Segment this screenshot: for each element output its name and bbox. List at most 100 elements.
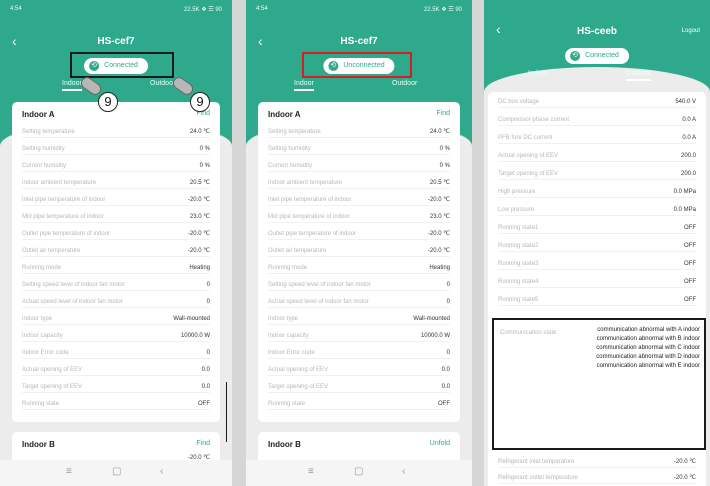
- connection-status-button[interactable]: ⟲ Connected: [84, 58, 148, 74]
- device-title: HS-cef7: [97, 36, 135, 47]
- row-label: Outlet pipe temperature of indoor: [22, 231, 111, 237]
- row-label: Low pressure: [498, 207, 535, 213]
- row-value: Wall-mounted: [413, 316, 450, 322]
- table-row: Running mode Heating: [22, 262, 210, 274]
- table-row: Target opening of EEV 0.0: [268, 381, 450, 393]
- row-value: 10000.0 W: [180, 333, 210, 339]
- row-label: Setting temperature: [22, 129, 75, 135]
- row-value: 0: [206, 282, 210, 288]
- row-value: 0 %: [199, 163, 210, 169]
- row-label: Running state: [268, 401, 306, 407]
- nav-back-icon[interactable]: ‹: [402, 466, 405, 477]
- row-value: Heating: [429, 265, 450, 271]
- row-label: Compressor phase current: [498, 117, 570, 123]
- connection-label: Connected: [104, 62, 138, 69]
- table-row: Indoor Error code 0: [22, 347, 210, 359]
- row-value: 23.0 ℃: [189, 214, 210, 220]
- row-label: Setting temperature: [268, 129, 321, 135]
- row-value: 0.0: [441, 367, 450, 373]
- card-title: Indoor A: [22, 110, 55, 119]
- table-row: Setting humidity 0 %: [268, 143, 450, 155]
- tab-bar: Indoor Outdoor: [484, 70, 710, 84]
- connection-status-button[interactable]: ⟲ Connected: [565, 48, 629, 64]
- row-value: 0.0: [201, 384, 210, 390]
- error-line: communication abnormal with B indoor: [596, 336, 700, 342]
- home-icon[interactable]: ▢: [112, 466, 121, 477]
- row-value: 200.0: [680, 153, 696, 159]
- row-label: Actual speed level of indoor fan motor: [22, 299, 123, 305]
- status-bar: 4:54 22.5K ❖ ☰ 90: [256, 6, 462, 16]
- table-row: Indoor capacity 10000.0 W: [268, 330, 450, 342]
- nav-back-icon[interactable]: ‹: [160, 466, 163, 477]
- table-row: Inlet pipe temperature of indoor -20.0 ℃: [268, 194, 450, 206]
- phone-screen-unconnected: 4:54 22.5K ❖ ☰ 90 ‹ HS-cef7 ⟲ Unconnecte…: [246, 0, 472, 486]
- menu-icon[interactable]: ≡: [66, 466, 72, 477]
- row-value: -20.0 ℃: [673, 459, 696, 465]
- row-label: Running state3: [498, 261, 539, 267]
- row-value: -20.0 ℃: [427, 231, 450, 237]
- row-value: OFF: [198, 401, 210, 407]
- row-label: Mid pipe temperature of indoor: [22, 214, 104, 220]
- error-line: communication abnormal with A indoor: [597, 327, 700, 333]
- table-row: Target opening of EEV 200.0: [498, 168, 696, 180]
- row-value: Wall-mounted: [173, 316, 210, 322]
- row-label: Current humidity: [268, 163, 313, 169]
- row-value: OFF: [438, 401, 450, 407]
- card-title: Indoor B: [268, 440, 301, 449]
- row-value: 200.0: [680, 171, 696, 177]
- row-label: Refrigerant inlet temperature: [498, 459, 575, 465]
- row-value: 0: [446, 299, 450, 305]
- table-row: Outlet air temperature -20.0 ℃: [268, 245, 450, 257]
- find-button[interactable]: Find: [196, 440, 210, 447]
- error-line: communication abnormal with E indoor: [596, 363, 700, 369]
- connection-icon: ⟲: [570, 51, 581, 61]
- table-row: Actual opening of EEV 200.0: [498, 150, 696, 162]
- row-value: -20.0 ℃: [187, 248, 210, 254]
- find-button[interactable]: Find: [436, 110, 450, 117]
- device-title: HS-ceeb: [576, 26, 617, 37]
- home-icon[interactable]: ▢: [354, 466, 363, 477]
- communication-error-highlight: Communication state communication abnorm…: [492, 318, 706, 450]
- row-label: Running state5: [498, 297, 539, 303]
- row-label: Actual opening of EEV: [498, 153, 559, 159]
- row-label: Running state2: [498, 243, 539, 249]
- row-label: DC bus voltage: [498, 99, 540, 105]
- tab-indoor[interactable]: Indoor: [528, 70, 548, 77]
- unfold-button[interactable]: Unfold: [430, 440, 450, 447]
- row-label: Running state1: [498, 225, 539, 231]
- menu-icon[interactable]: ≡: [308, 466, 314, 477]
- hand-pointer-icon: 9: [78, 74, 120, 116]
- table-row: Setting humidity 0 %: [22, 143, 210, 155]
- table-row: Current humidity 0 %: [22, 160, 210, 172]
- table-row: Outlet air temperature -20.0 ℃: [22, 245, 210, 257]
- table-row: PFB fore DC current 0.0 A: [498, 132, 696, 144]
- row-value: 0.0: [441, 384, 450, 390]
- card-title: Indoor A: [268, 110, 301, 119]
- connection-icon: ⟲: [89, 61, 100, 71]
- row-label: Running mode: [22, 265, 62, 271]
- table-row: Setting speed level of indoor fan motor 0: [22, 279, 210, 291]
- row-label: Actual speed level of indoor fan motor: [268, 299, 369, 305]
- table-row: Indoor capacity 10000.0 W: [22, 330, 210, 342]
- row-label: PFB fore DC current: [498, 135, 553, 141]
- row-value: -20.0 ℃: [673, 475, 696, 481]
- tab-outdoor[interactable]: Outdoor: [626, 70, 652, 81]
- logout-button[interactable]: Logout: [682, 28, 700, 34]
- table-row: Actual speed level of indoor fan motor 0: [268, 296, 450, 308]
- tab-outdoor[interactable]: Outdoor: [392, 80, 417, 87]
- table-row: Running state2 OFF: [498, 240, 696, 252]
- connection-label: Unconnected: [343, 62, 385, 69]
- connection-status-button[interactable]: ⟲ Unconnected: [323, 58, 395, 74]
- communication-state-label: Communication state: [500, 330, 557, 336]
- row-label: Actual opening of EEV: [22, 367, 83, 373]
- tab-indoor[interactable]: Indoor: [62, 80, 82, 91]
- row-value: 0: [206, 350, 210, 356]
- row-label: Setting speed level of indoor fan motor: [268, 282, 371, 288]
- row-value: 0.0: [201, 367, 210, 373]
- hand-pointer-icon: 9: [170, 74, 212, 116]
- table-row: Mid pipe temperature of indoor 23.0 ℃: [268, 211, 450, 223]
- row-value: 10000.0 W: [420, 333, 450, 339]
- row-value: 24.0 ℃: [429, 129, 450, 135]
- phone-screen-connected: 4:54 22.5K ❖ ☰ 90 ‹ HS-cef7 ⟲ Connected …: [0, 0, 232, 486]
- tab-indoor[interactable]: Indoor: [294, 80, 314, 91]
